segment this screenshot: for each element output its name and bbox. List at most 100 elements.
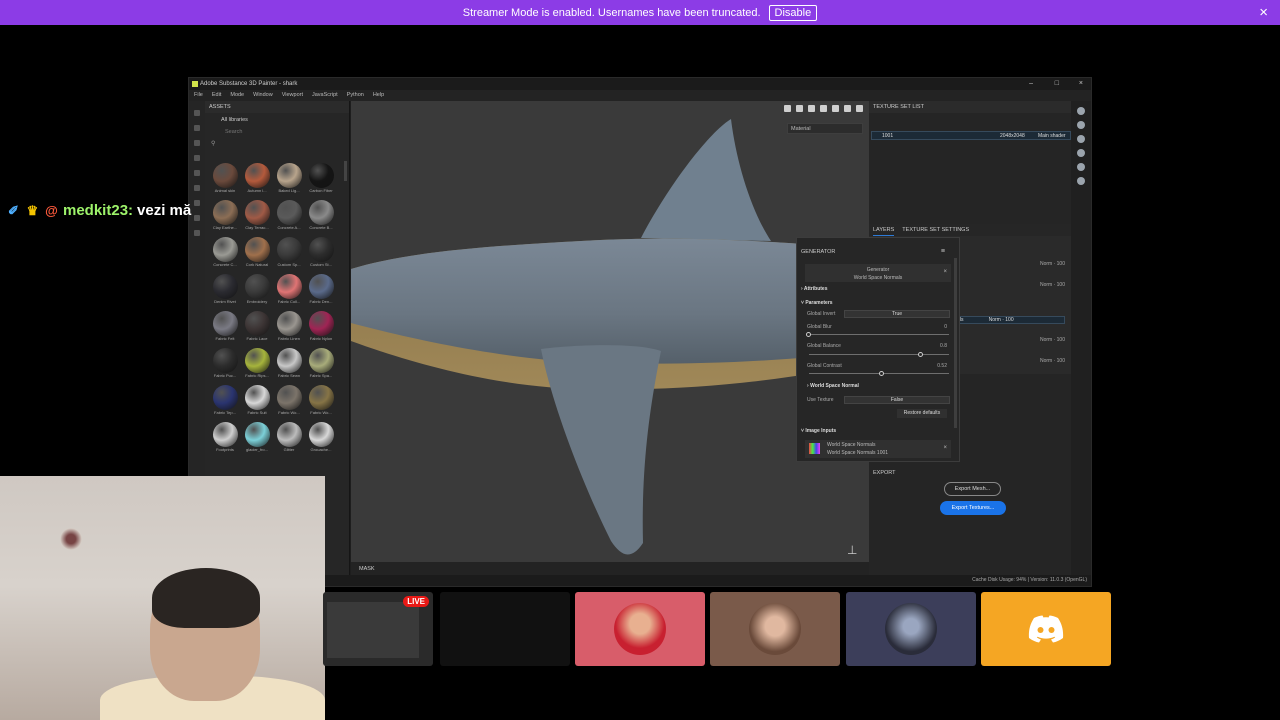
display-settings-icon[interactable] [1077,149,1085,157]
mask-label[interactable]: MASK [359,566,375,572]
layer-row-selected[interactable]: mals Norm · 100 [949,316,1065,324]
slider-knob[interactable] [806,332,811,337]
3d-viewport[interactable]: Material ⊥ [351,101,869,577]
asset-item[interactable]: Carbon Fiber [305,163,337,195]
participant-tile[interactable] [710,592,840,666]
paint-tool-icon[interactable] [194,110,200,116]
asset-item[interactable]: Fabric Nylon [305,311,337,343]
asset-item[interactable]: Fabric Rips... [241,348,273,380]
filter-icon[interactable]: ⚲ [205,138,349,150]
world-space-normal-section[interactable]: › World Space Normal [807,383,859,389]
bake-icon[interactable] [194,215,200,221]
generator-menu-icon[interactable]: ≡ [941,248,945,255]
asset-item[interactable]: Glitter [273,422,305,454]
asset-item[interactable]: Concrete A... [273,200,305,232]
pause-icon[interactable] [784,104,791,112]
tab-layers[interactable]: LAYERS [873,224,895,236]
minimize-icon[interactable]: – [1029,78,1033,90]
asset-item[interactable]: Fabric Suit [241,385,273,417]
asset-item[interactable]: Fabric Sewn [273,348,305,380]
menu-window[interactable]: Window [253,90,273,101]
assets-scrollbar[interactable] [344,161,347,181]
tab-texture-set-settings[interactable]: TEXTURE SET SETTINGS [902,224,969,236]
smudge-tool-icon[interactable] [194,155,200,161]
global-balance-slider[interactable] [809,352,949,357]
asset-item[interactable]: Fabric Den... [305,274,337,306]
layer-row[interactable]: Norm · 100 [1040,337,1065,343]
asset-item[interactable]: Embroidery [241,274,273,306]
layer-row[interactable]: Norm · 100 [1040,261,1065,267]
asset-item[interactable]: Grouache... [305,422,337,454]
asset-item[interactable]: Denim Rivet [209,274,241,306]
asset-item[interactable]: Cork Natural [241,237,273,269]
brush-view-icon[interactable] [844,104,851,112]
asset-item[interactable]: Clay Terrac... [241,200,273,232]
participant-tile[interactable] [846,592,976,666]
asset-item[interactable]: Concrete C... [209,237,241,269]
asset-item[interactable]: Clay Earthe... [209,200,241,232]
light-icon[interactable] [832,104,839,112]
substance-icon[interactable] [1077,177,1085,185]
asset-item[interactable]: Baked Lig... [273,163,305,195]
asset-item[interactable]: Custom St... [305,237,337,269]
discord-tile[interactable] [981,592,1111,666]
asset-item[interactable]: Fabric Wo... [305,385,337,417]
global-balance-value[interactable]: 0.8 [940,343,947,349]
maximize-icon[interactable]: □ [1055,78,1059,90]
menu-file[interactable]: File [194,90,203,101]
library-selector[interactable]: All libraries [205,113,349,127]
image-inputs-section[interactable]: ˅ Image Inputs [801,428,836,434]
global-blur-value[interactable]: 0 [944,324,947,330]
frame-icon[interactable] [796,104,803,112]
asset-item[interactable]: glacier_fro... [241,422,273,454]
remove-input-icon[interactable]: × [943,444,947,452]
generator-scrollbar[interactable] [954,258,957,428]
properties-icon[interactable] [1077,135,1085,143]
global-contrast-value[interactable]: 0.52 [937,363,947,369]
stream-preview-tile[interactable]: LIVE [323,592,433,666]
menu-edit[interactable]: Edit [212,90,221,101]
menu-mode[interactable]: Mode [230,90,244,101]
material-select[interactable]: Material [787,123,863,134]
asset-item[interactable]: Fabric Lace [241,311,273,343]
window-close-icon[interactable]: × [1079,78,1083,90]
picker-tool-icon[interactable] [194,185,200,191]
global-contrast-slider[interactable] [809,371,949,376]
history-icon[interactable] [1077,163,1085,171]
generator-card[interactable]: Generator World Space Normals × [805,264,951,282]
render-icon[interactable] [808,104,815,112]
asset-item[interactable]: Fabric Linen [273,311,305,343]
asset-item[interactable]: Custom Sp... [273,237,305,269]
disable-button[interactable]: Disable [768,4,818,21]
export-textures-button[interactable]: Export Textures... [940,501,1006,515]
polygon-fill-icon[interactable] [194,200,200,206]
asset-item[interactable]: Fabric Puc... [209,348,241,380]
layer-row[interactable]: Norm · 100 [1040,358,1065,364]
image-input-card[interactable]: World Space Normals World Space Normals … [805,440,951,458]
slider-knob[interactable] [878,371,884,376]
clone-tool-icon[interactable] [194,170,200,176]
texture-set-icon[interactable] [1077,107,1085,115]
attributes-section[interactable]: › Attributes [801,286,828,292]
menu-help[interactable]: Help [373,90,384,101]
asset-item[interactable]: Fabric Coll... [273,274,305,306]
slider-knob[interactable] [918,352,923,357]
menu-python[interactable]: Python [347,90,364,101]
layers-icon[interactable] [1077,121,1085,129]
menu-viewport[interactable]: Viewport [282,90,303,101]
restore-defaults-button[interactable]: Restore defaults [897,409,947,418]
export-mesh-button[interactable]: Export Mesh... [944,482,1001,496]
screenshot-icon[interactable] [194,230,200,236]
layer-row[interactable]: Norm · 100 [1040,282,1065,288]
global-invert-field[interactable]: True [844,310,950,318]
projection-tool-icon[interactable] [194,140,200,146]
asset-item[interactable]: Concrete B... [305,200,337,232]
camera-icon[interactable] [820,104,827,112]
asset-item[interactable]: Fabric Spa... [305,348,337,380]
participant-tile[interactable] [575,592,705,666]
asset-item[interactable]: Footprints [209,422,241,454]
parameters-section[interactable]: ˅ Parameters [801,300,833,306]
global-blur-slider[interactable] [806,332,949,337]
settings-icon[interactable] [856,104,863,112]
asset-item[interactable]: Fabric Tep... [209,385,241,417]
